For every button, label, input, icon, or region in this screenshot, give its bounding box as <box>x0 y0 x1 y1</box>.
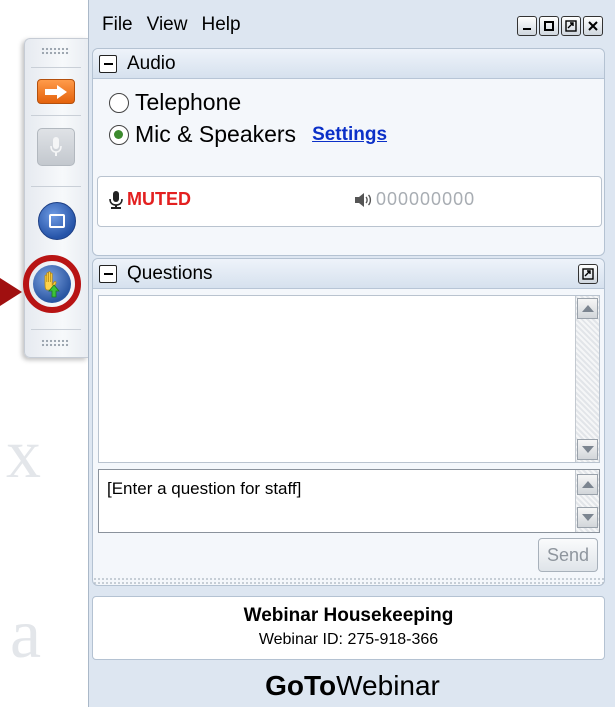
divider <box>31 186 81 187</box>
divider <box>31 329 81 330</box>
menu-file[interactable]: File <box>89 14 133 36</box>
speaker-icon <box>355 192 372 207</box>
raise-hand-icon <box>44 271 60 298</box>
microphone-button[interactable] <box>37 128 75 166</box>
popout-questions-button[interactable] <box>578 264 598 284</box>
watermark-letter-a: a <box>10 596 42 673</box>
questions-log[interactable] <box>98 295 600 463</box>
audio-settings-link[interactable]: Settings <box>312 124 387 146</box>
speaker-level-digits: 000000000 <box>376 189 476 209</box>
audio-panel: Audio Telephone Mic & Speakers Settings … <box>92 48 605 256</box>
maximize-button[interactable] <box>539 16 559 36</box>
drag-grip-bottom[interactable] <box>41 339 69 347</box>
scroll-down-button[interactable] <box>577 439 598 460</box>
minus-icon <box>103 62 113 65</box>
scroll-up-button[interactable] <box>577 474 598 495</box>
mic-speakers-option[interactable]: Mic & Speakers Settings <box>109 121 387 148</box>
collapse-questions-button[interactable] <box>99 264 117 283</box>
arrow-up-icon <box>581 305 594 312</box>
minimize-button[interactable] <box>517 16 537 36</box>
scroll-down-button[interactable] <box>577 507 598 528</box>
popout-icon <box>582 268 594 280</box>
gotowebinar-control-panel: File View Help Audio Telephone Mic & Spe… <box>88 0 615 707</box>
scroll-up-button[interactable] <box>577 298 598 319</box>
microphone-icon <box>50 137 62 156</box>
muted-label: MUTED <box>127 189 191 209</box>
restore-icon <box>565 20 577 32</box>
questions-log-scrollbar[interactable] <box>575 296 599 462</box>
arrow-up-icon <box>581 481 594 488</box>
window-controls <box>517 16 603 36</box>
minimize-icon <box>523 28 531 30</box>
webinar-id: Webinar ID: 275-918-366 <box>258 631 439 648</box>
question-input-placeholder: [Enter a question for staff] <box>107 479 302 498</box>
screen-icon <box>49 214 65 228</box>
divider <box>31 67 81 68</box>
mic-speakers-radio[interactable] <box>109 124 129 145</box>
mic-status: MUTED <box>108 189 191 210</box>
audio-panel-header: Audio <box>93 49 604 79</box>
show-screen-button[interactable] <box>38 202 76 240</box>
maximize-icon <box>544 21 554 31</box>
gotowebinar-logo: GoTo Webinar <box>89 664 615 707</box>
telephone-option[interactable]: Telephone <box>109 89 241 116</box>
send-button[interactable]: Send <box>538 538 598 572</box>
microphone-icon <box>109 190 123 209</box>
speaker-level-meter: 000000000 <box>354 189 475 210</box>
telephone-radio[interactable] <box>109 92 129 113</box>
expand-panel-button[interactable] <box>37 79 75 104</box>
questions-panel: Questions [Enter a question for staff] S… <box>92 258 605 586</box>
questions-panel-title: Questions <box>127 262 213 284</box>
raise-hand-button[interactable] <box>33 265 71 303</box>
restore-button[interactable] <box>561 16 581 36</box>
menu-help[interactable]: Help <box>187 14 240 36</box>
panel-resize-grip[interactable] <box>93 577 604 585</box>
close-icon <box>588 21 598 31</box>
webinar-info: Webinar Housekeeping Webinar ID: 275-918… <box>92 596 605 660</box>
close-button[interactable] <box>583 16 603 36</box>
control-tab <box>23 38 88 358</box>
question-input-scrollbar[interactable] <box>575 470 599 532</box>
pointer-arrow <box>0 278 22 306</box>
brand-part-goto: GoTo <box>265 669 337 701</box>
telephone-label: Telephone <box>135 89 242 115</box>
audio-panel-title: Audio <box>127 52 176 74</box>
divider <box>31 115 81 116</box>
audio-status-box: MUTED 000000000 <box>97 176 602 227</box>
arrow-down-icon <box>581 514 594 521</box>
webinar-title: Webinar Housekeeping <box>243 605 454 626</box>
menu-view[interactable]: View <box>133 14 188 36</box>
brand-part-webinar: Webinar <box>336 669 440 701</box>
minus-icon <box>103 272 113 275</box>
arrow-down-icon <box>581 446 594 453</box>
questions-panel-header: Questions <box>93 259 604 289</box>
collapse-audio-button[interactable] <box>99 54 117 73</box>
question-input[interactable]: [Enter a question for staff] <box>98 469 600 533</box>
mic-speakers-label: Mic & Speakers <box>135 121 297 147</box>
watermark-letter-x: x <box>6 416 41 493</box>
arrow-right-icon <box>45 84 67 99</box>
drag-grip-top[interactable] <box>41 47 69 55</box>
